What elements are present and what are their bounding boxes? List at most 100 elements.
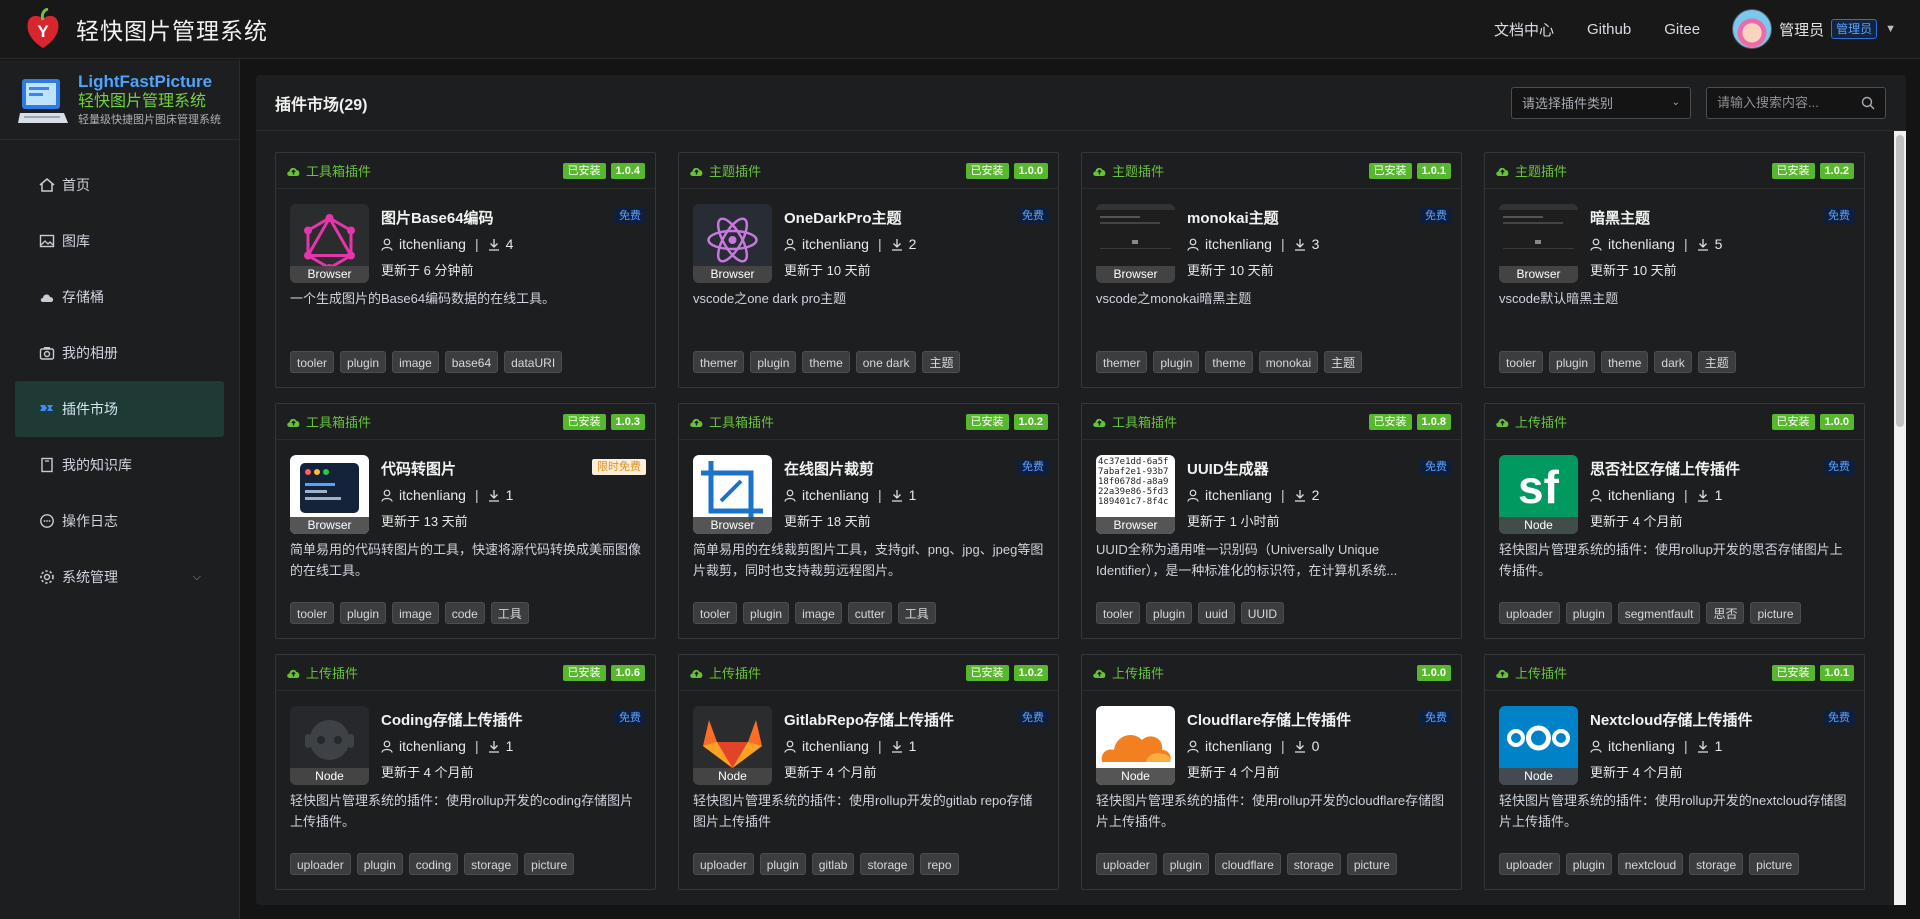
- keyword-tag[interactable]: uuid: [1198, 602, 1235, 624]
- keyword-tag[interactable]: nextcloud: [1617, 853, 1684, 875]
- keyword-tag[interactable]: plugin: [340, 602, 387, 624]
- keyword-tag[interactable]: tooler: [693, 602, 738, 624]
- keyword-tag[interactable]: 主题: [1697, 351, 1736, 373]
- keyword-tag[interactable]: storage: [464, 853, 519, 875]
- keyword-tag[interactable]: repo: [920, 853, 959, 875]
- plugin-thumbnail[interactable]: Browser: [693, 204, 772, 283]
- keyword-tag[interactable]: tooler: [1096, 602, 1141, 624]
- plugin-card[interactable]: 主题插件 已安装 1.0.0 Browser OneDarkPro主题 免费 itchenl…: [678, 152, 1059, 388]
- sidebar-item-4[interactable]: 插件市场: [15, 381, 224, 437]
- search-input[interactable]: [1717, 95, 1847, 110]
- keyword-tag[interactable]: storage: [1286, 853, 1341, 875]
- keyword-tag[interactable]: coding: [408, 853, 459, 875]
- keyword-tag[interactable]: 主题: [1324, 351, 1363, 373]
- plugin-thumbnail[interactable]: Browser: [1499, 204, 1578, 283]
- keyword-tag[interactable]: storage: [860, 853, 915, 875]
- search-box[interactable]: [1706, 86, 1886, 119]
- plugin-card[interactable]: 工具箱插件 已安装 1.0.3 Browser 代码转图片 限时免费 itchenliang…: [275, 403, 656, 639]
- sidebar-item-0[interactable]: 首页: [15, 157, 224, 213]
- keyword-tag[interactable]: theme: [1205, 351, 1253, 373]
- user-name[interactable]: 管理员: [1779, 19, 1824, 40]
- plugin-thumbnail[interactable]: Browser: [1096, 204, 1175, 283]
- plugin-thumbnail[interactable]: Browser: [290, 455, 369, 534]
- avatar[interactable]: [1732, 9, 1773, 49]
- keyword-tag[interactable]: themer: [1096, 351, 1148, 373]
- plugin-thumbnail[interactable]: Node: [1096, 706, 1175, 785]
- keyword-tag[interactable]: monokai: [1258, 351, 1319, 373]
- plugin-thumbnail[interactable]: Node: [693, 706, 772, 785]
- plugin-card[interactable]: 上传插件 已安装 1.0.2 Node GitlabRepo存储上传插件 免费 itchen…: [678, 654, 1059, 890]
- user-menu[interactable]: 管理员 管理员 ▼: [1732, 9, 1896, 49]
- plugin-thumbnail[interactable]: 4c37e1dd-6a5f 7abaf2e1-93b7 18f0678d-a8a…: [1096, 455, 1175, 534]
- plugin-thumbnail[interactable]: Browser: [290, 204, 369, 283]
- plugin-thumbnail[interactable]: sf Node: [1499, 455, 1578, 534]
- keyword-tag[interactable]: plugin: [1565, 602, 1612, 624]
- plugin-card[interactable]: 上传插件 已安装 1.0.0 sf Node 思否社区存储上传插件 免费 itchenlian…: [1484, 403, 1865, 639]
- plugin-thumbnail[interactable]: Node: [1499, 706, 1578, 785]
- chevron-down-icon[interactable]: ▼: [1885, 23, 1896, 35]
- sidebar-item-7[interactable]: 系统管理 ⌵: [15, 549, 224, 605]
- keyword-tag[interactable]: cutter: [847, 602, 892, 624]
- keyword-tag[interactable]: segmentfault: [1617, 602, 1701, 624]
- keyword-tag[interactable]: 工具: [897, 602, 936, 624]
- plugin-card[interactable]: 工具箱插件 已安装 1.0.8 4c37e1dd-6a5f 7abaf2e1-93b7…: [1081, 403, 1462, 639]
- keyword-tag[interactable]: plugin: [1153, 351, 1200, 373]
- keyword-tag[interactable]: dark: [1654, 351, 1692, 373]
- keyword-tag[interactable]: theme: [1601, 351, 1649, 373]
- keyword-tag[interactable]: image: [392, 351, 439, 373]
- keyword-tag[interactable]: 思否: [1706, 602, 1745, 624]
- sidebar-item-5[interactable]: 我的知识库: [15, 437, 224, 493]
- keyword-tag[interactable]: plugin: [1146, 602, 1193, 624]
- keyword-tag[interactable]: plugin: [743, 602, 790, 624]
- keyword-tag[interactable]: plugin: [759, 853, 806, 875]
- plugin-card[interactable]: 工具箱插件 已安装 1.0.4 Browser 图片Base64编码 免费 itchenli…: [275, 152, 656, 388]
- sidebar-item-1[interactable]: 图库: [15, 213, 224, 269]
- plugin-thumbnail[interactable]: Node: [290, 706, 369, 785]
- plugin-card[interactable]: 主题插件 已安装 1.0.1 Browser monokai主题 免费 itchenlian…: [1081, 152, 1462, 388]
- keyword-tag[interactable]: uploader: [693, 853, 754, 875]
- keyword-tag[interactable]: 工具: [490, 602, 529, 624]
- keyword-tag[interactable]: base64: [444, 351, 499, 373]
- keyword-tag[interactable]: plugin: [340, 351, 387, 373]
- plugin-thumbnail[interactable]: Browser: [693, 455, 772, 534]
- sidebar-item-6[interactable]: 操作日志: [15, 493, 224, 549]
- keyword-tag[interactable]: uploader: [1499, 602, 1560, 624]
- sidebar-item-2[interactable]: 存储桶: [15, 269, 224, 325]
- keyword-tag[interactable]: plugin: [1162, 853, 1209, 875]
- plugin-card[interactable]: 工具箱插件 已安装 1.0.2 Browser 在线图片裁剪 免费 itchenliang |…: [678, 403, 1059, 639]
- plugin-card[interactable]: 上传插件 已安装 1.0.1 Node Nextcloud存储上传插件 免费 itchenl…: [1484, 654, 1865, 890]
- keyword-tag[interactable]: theme: [802, 351, 850, 373]
- docs-link[interactable]: 文档中心: [1494, 19, 1554, 40]
- keyword-tag[interactable]: image: [392, 602, 439, 624]
- plugin-card[interactable]: 上传插件 已安装 1.0.6 Node Coding存储上传插件 免费 itchenlian…: [275, 654, 656, 890]
- keyword-tag[interactable]: picture: [524, 853, 575, 875]
- keyword-tag[interactable]: picture: [1749, 853, 1800, 875]
- keyword-tag[interactable]: gitlab: [811, 853, 855, 875]
- plugin-card[interactable]: 上传插件 1.0.0 Node Cloudflare存储上传插件 免费 itchenlia…: [1081, 654, 1462, 890]
- plugin-card[interactable]: 主题插件 已安装 1.0.2 Browser 暗黑主题 免费 itchenliang | 5 更新…: [1484, 152, 1865, 388]
- keyword-tag[interactable]: uploader: [1096, 853, 1157, 875]
- keyword-tag[interactable]: one dark: [855, 351, 917, 373]
- gitee-link[interactable]: Gitee: [1664, 21, 1700, 38]
- keyword-tag[interactable]: tooler: [290, 351, 335, 373]
- keyword-tag[interactable]: plugin: [356, 853, 403, 875]
- keyword-tag[interactable]: plugin: [750, 351, 797, 373]
- search-icon[interactable]: [1861, 96, 1875, 110]
- keyword-tag[interactable]: themer: [693, 351, 745, 373]
- keyword-tag[interactable]: tooler: [290, 602, 335, 624]
- sidebar-item-3[interactable]: 我的相册: [15, 325, 224, 381]
- keyword-tag[interactable]: plugin: [1565, 853, 1612, 875]
- keyword-tag[interactable]: uploader: [290, 853, 351, 875]
- keyword-tag[interactable]: code: [444, 602, 485, 624]
- keyword-tag[interactable]: cloudflare: [1214, 853, 1281, 875]
- category-select[interactable]: 请选择插件类别 ⌄: [1511, 86, 1691, 119]
- keyword-tag[interactable]: picture: [1346, 853, 1397, 875]
- keyword-tag[interactable]: uploader: [1499, 853, 1560, 875]
- keyword-tag[interactable]: UUID: [1240, 602, 1285, 624]
- scrollbar-thumb[interactable]: [1896, 135, 1904, 427]
- keyword-tag[interactable]: 主题: [922, 351, 961, 373]
- keyword-tag[interactable]: plugin: [1549, 351, 1596, 373]
- keyword-tag[interactable]: image: [795, 602, 842, 624]
- keyword-tag[interactable]: storage: [1689, 853, 1744, 875]
- keyword-tag[interactable]: dataURI: [504, 351, 563, 373]
